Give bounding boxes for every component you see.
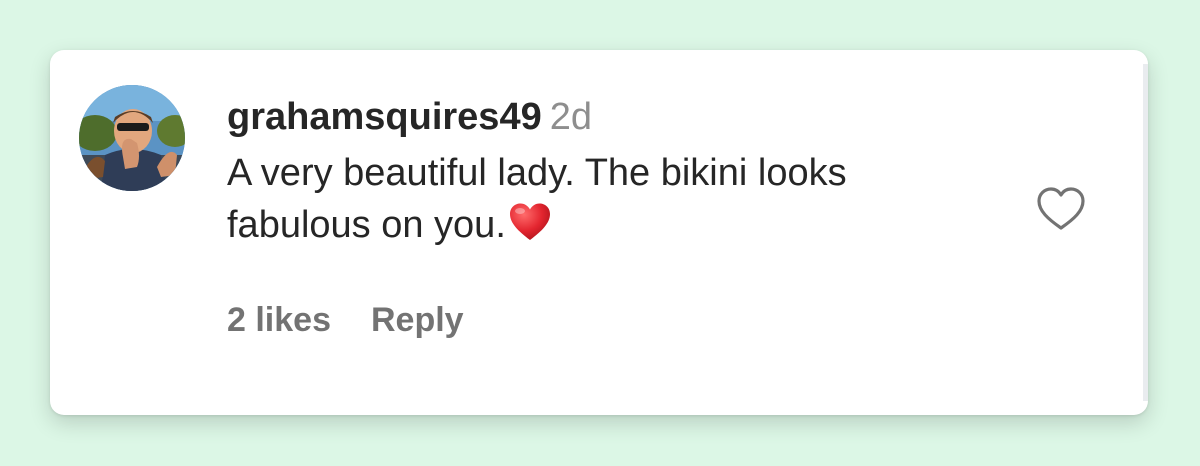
comment-text: A very beautiful lady. The bikini looks …	[227, 147, 967, 251]
comment-body: grahamsquires49 2d A very beautiful lady.…	[227, 94, 967, 251]
scrollbar[interactable]	[1143, 64, 1148, 401]
timestamp[interactable]: 2d	[550, 96, 592, 138]
reply-button[interactable]: Reply	[371, 297, 464, 343]
heart-outline-icon	[1037, 187, 1085, 230]
username-link[interactable]: grahamsquires49	[227, 96, 542, 138]
avatar-photo	[79, 85, 185, 191]
comment-actions: 2 likes Reply	[227, 297, 464, 343]
comment-header: grahamsquires49 2d	[227, 94, 967, 140]
likes-count-button[interactable]: 2 likes	[227, 297, 331, 343]
red-heart-emoji-icon	[509, 203, 550, 240]
like-button[interactable]	[1034, 184, 1088, 234]
avatar[interactable]	[79, 85, 185, 191]
comment-card: grahamsquires49 2d A very beautiful lady.…	[50, 50, 1148, 415]
